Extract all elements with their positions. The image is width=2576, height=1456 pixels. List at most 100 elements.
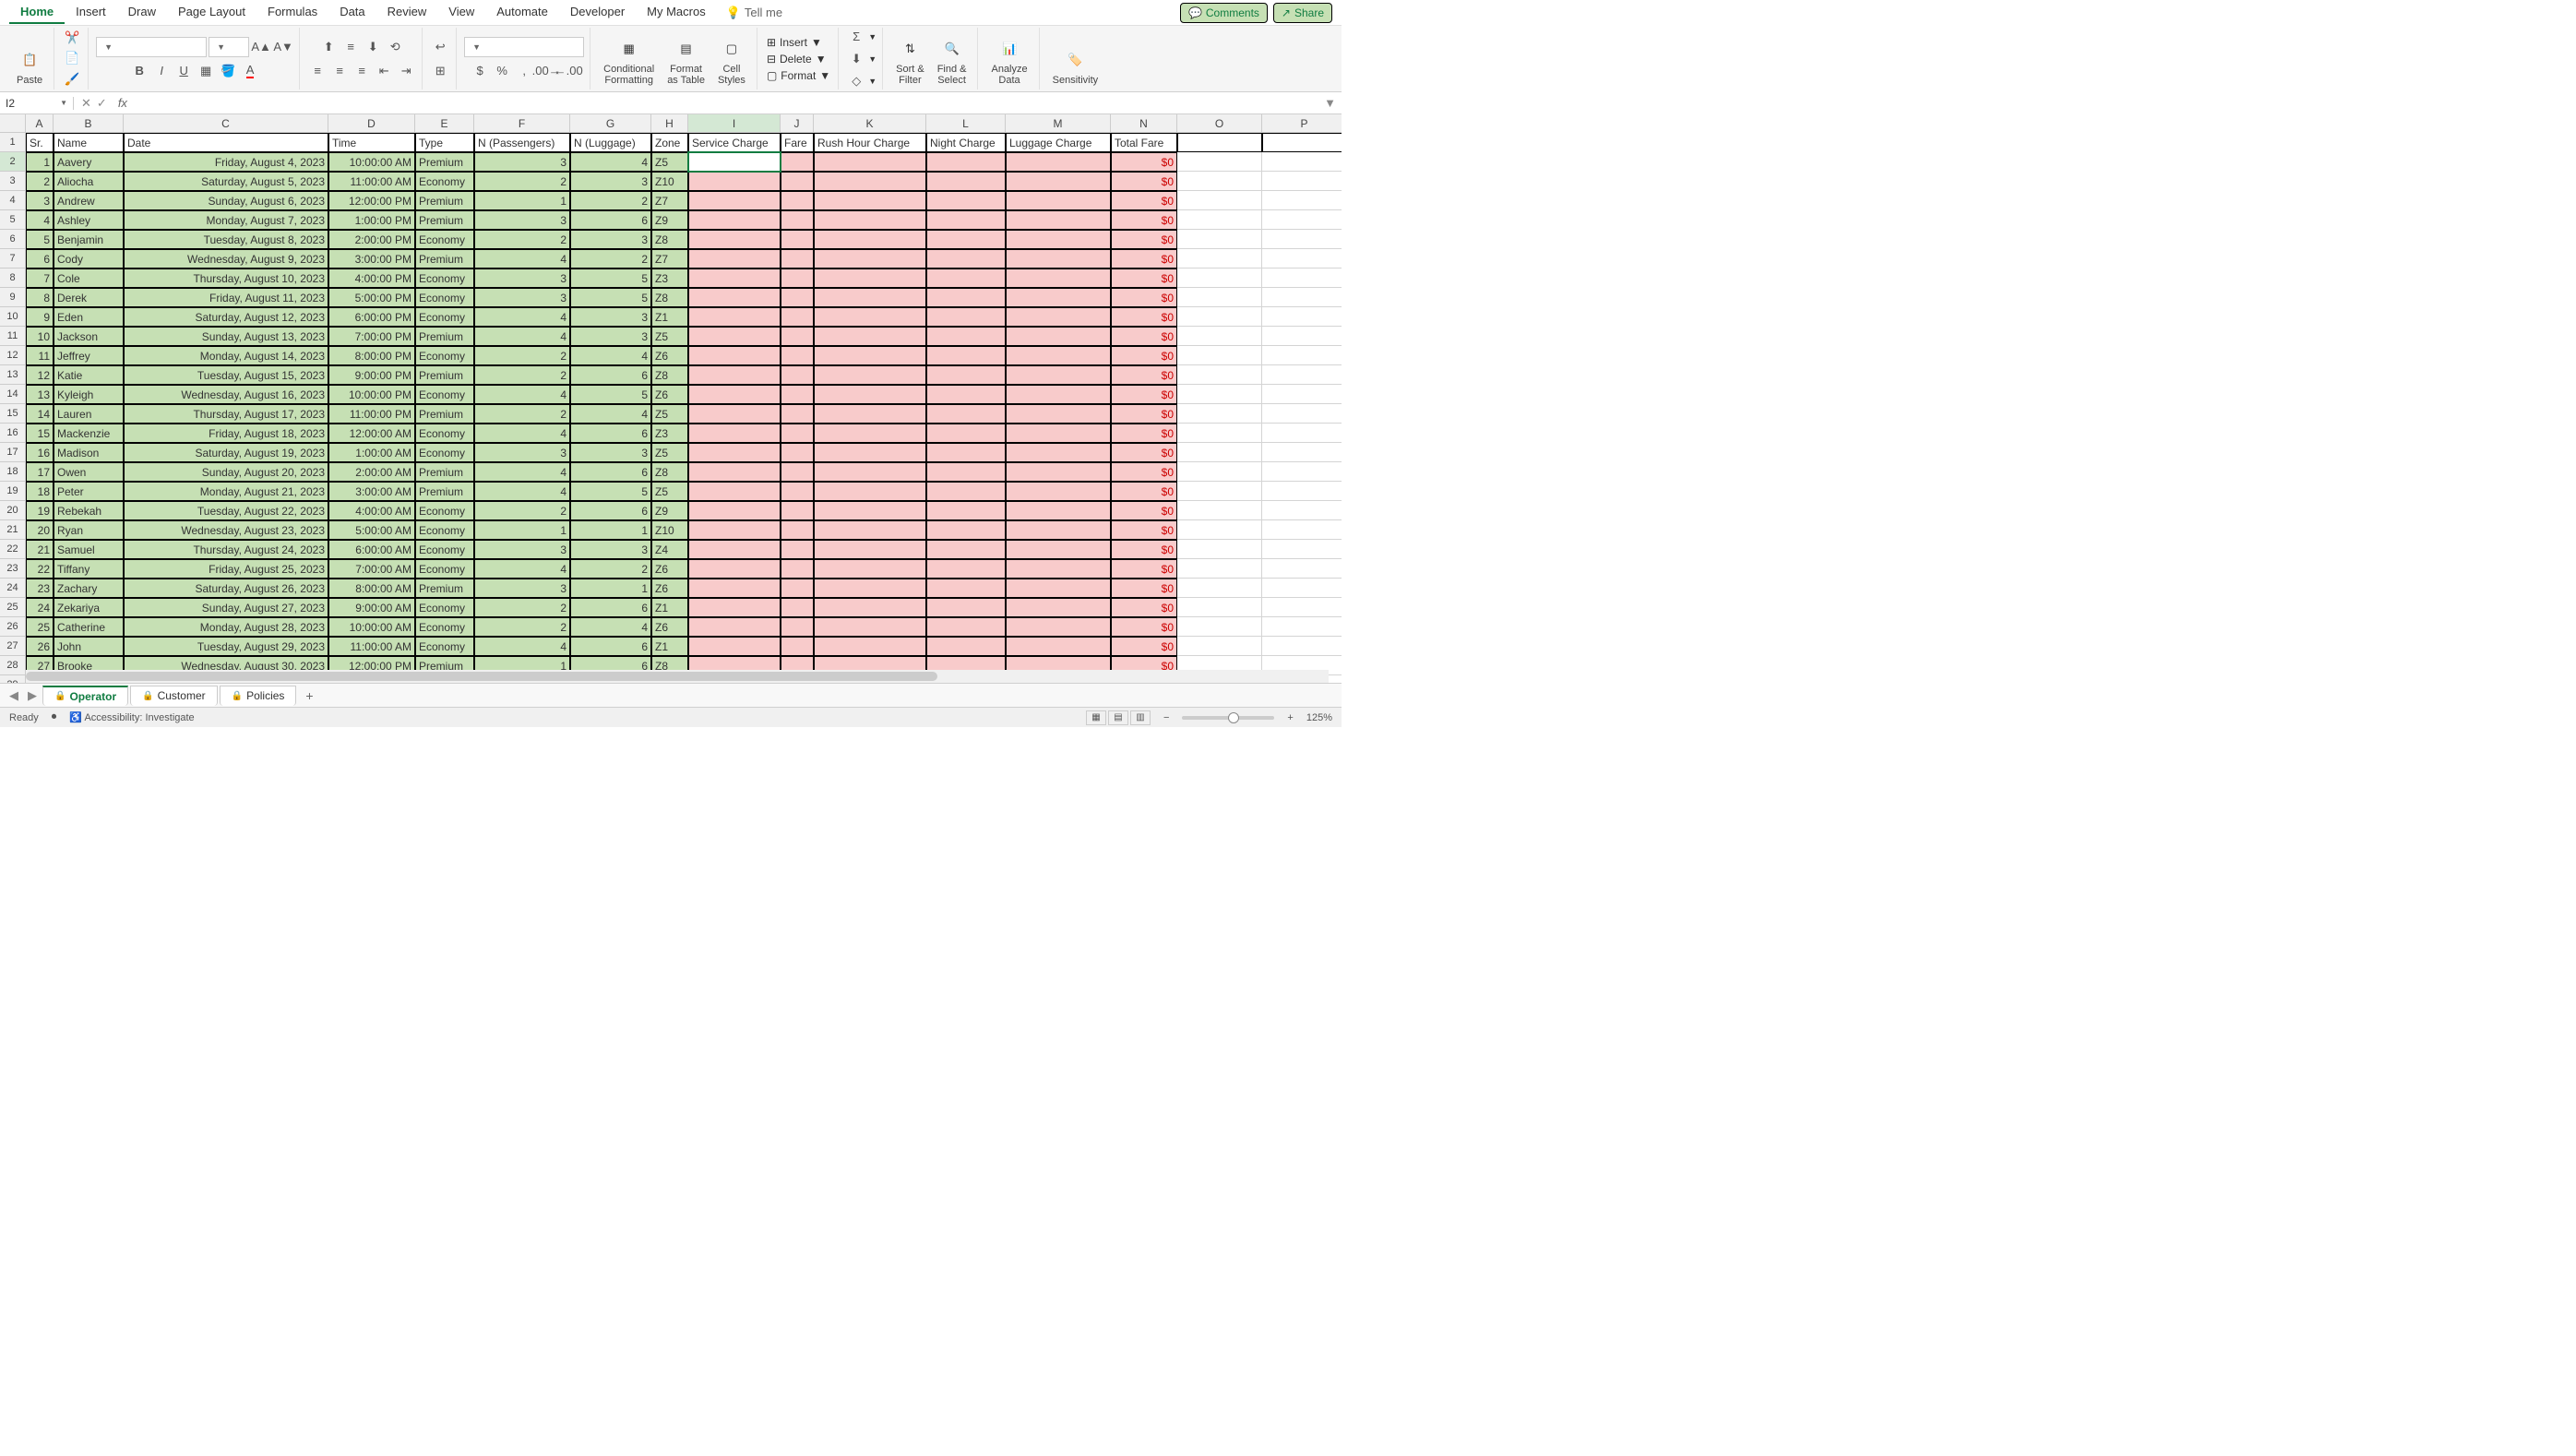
select-all-corner[interactable] [0, 114, 26, 133]
cell-luggage-charge[interactable] [1006, 637, 1111, 656]
cell-service-charge[interactable] [688, 424, 781, 443]
cell-sr[interactable]: 9 [26, 307, 54, 327]
cell-night-charge[interactable] [926, 191, 1006, 210]
cell-sr[interactable]: 7 [26, 269, 54, 288]
cell-time[interactable]: 1:00:00 PM [328, 210, 415, 230]
cell-luggage[interactable]: 1 [570, 579, 651, 598]
cell-time[interactable]: 1:00:00 AM [328, 443, 415, 462]
empty-cell[interactable] [1177, 365, 1262, 385]
sort-filter-button[interactable]: ⇅ Sort & Filter [890, 34, 930, 88]
col-header-K[interactable]: K [814, 114, 926, 133]
cell-sr[interactable]: 15 [26, 424, 54, 443]
cell-total-fare[interactable]: $0 [1111, 152, 1177, 172]
cell-fare[interactable] [781, 269, 814, 288]
cell-rush-hour[interactable] [814, 424, 926, 443]
cell-rush-hour[interactable] [814, 385, 926, 404]
paste-button[interactable]: 📋 Paste [11, 45, 48, 88]
autosum-icon[interactable]: Σ [846, 27, 866, 47]
col-header-D[interactable]: D [328, 114, 415, 133]
name-box[interactable]: I2 ▼ [0, 97, 74, 110]
empty-cell[interactable] [1177, 424, 1262, 443]
cell-date[interactable]: Thursday, August 17, 2023 [124, 404, 328, 424]
empty-cell[interactable] [1262, 404, 1342, 424]
cell-passengers[interactable]: 2 [474, 230, 570, 249]
cell-zone[interactable]: Z8 [651, 462, 688, 482]
empty-cell[interactable] [1177, 288, 1262, 307]
cell-total-fare[interactable]: $0 [1111, 191, 1177, 210]
row-header-28[interactable]: 28 [0, 656, 26, 675]
tab-view[interactable]: View [437, 1, 485, 24]
cell-sr[interactable]: 6 [26, 249, 54, 269]
cell-total-fare[interactable]: $0 [1111, 559, 1177, 579]
fill-icon[interactable]: ⬇ [846, 49, 866, 69]
cell-fare[interactable] [781, 385, 814, 404]
cell-name[interactable]: Andrew [54, 191, 124, 210]
header-cell[interactable]: N (Luggage) [570, 133, 651, 152]
cell-name[interactable]: Ashley [54, 210, 124, 230]
cell-zone[interactable]: Z6 [651, 346, 688, 365]
cell-date[interactable]: Tuesday, August 29, 2023 [124, 637, 328, 656]
font-color-icon[interactable]: A [240, 61, 260, 81]
cell-luggage-charge[interactable] [1006, 385, 1111, 404]
cell-fare[interactable] [781, 559, 814, 579]
empty-cell[interactable] [1177, 210, 1262, 230]
cell-total-fare[interactable]: $0 [1111, 210, 1177, 230]
cell-date[interactable]: Saturday, August 5, 2023 [124, 172, 328, 191]
col-header-P[interactable]: P [1262, 114, 1342, 133]
empty-cell[interactable] [1262, 307, 1342, 327]
delete-cells-button[interactable]: ⊟Delete▼ [765, 52, 829, 66]
cell-sr[interactable]: 5 [26, 230, 54, 249]
cell-luggage-charge[interactable] [1006, 172, 1111, 191]
cell-date[interactable]: Sunday, August 6, 2023 [124, 191, 328, 210]
cell-total-fare[interactable]: $0 [1111, 385, 1177, 404]
empty-cell[interactable] [1262, 230, 1342, 249]
cell-name[interactable]: Ryan [54, 520, 124, 540]
sheet-tab-policies[interactable]: 🔒Policies [220, 686, 297, 706]
cell-time[interactable]: 4:00:00 PM [328, 269, 415, 288]
cell-service-charge[interactable] [688, 501, 781, 520]
cell-service-charge[interactable] [688, 327, 781, 346]
cell-sr[interactable]: 10 [26, 327, 54, 346]
cell-service-charge[interactable] [688, 617, 781, 637]
cell-night-charge[interactable] [926, 559, 1006, 579]
row-header-16[interactable]: 16 [0, 424, 26, 443]
cell-name[interactable]: Aliocha [54, 172, 124, 191]
cell-night-charge[interactable] [926, 579, 1006, 598]
cell-total-fare[interactable]: $0 [1111, 365, 1177, 385]
empty-cell[interactable] [1262, 443, 1342, 462]
col-header-B[interactable]: B [54, 114, 124, 133]
cell-luggage[interactable]: 2 [570, 559, 651, 579]
format-cells-button[interactable]: ▢Format▼ [765, 68, 832, 83]
row-header-15[interactable]: 15 [0, 404, 26, 424]
row-header-1[interactable]: 1 [0, 133, 26, 152]
tab-developer[interactable]: Developer [559, 1, 636, 24]
cell-total-fare[interactable]: $0 [1111, 579, 1177, 598]
cell-service-charge[interactable] [688, 520, 781, 540]
cell-fare[interactable] [781, 579, 814, 598]
cell-fare[interactable] [781, 172, 814, 191]
cell-sr[interactable]: 14 [26, 404, 54, 424]
cell-luggage[interactable]: 3 [570, 327, 651, 346]
cell-fare[interactable] [781, 501, 814, 520]
enter-icon[interactable]: ✓ [97, 96, 107, 111]
cell-luggage-charge[interactable] [1006, 191, 1111, 210]
empty-cell[interactable] [1262, 501, 1342, 520]
cell-luggage-charge[interactable] [1006, 501, 1111, 520]
cell-time[interactable]: 3:00:00 PM [328, 249, 415, 269]
align-top-icon[interactable]: ⬆ [318, 37, 339, 57]
cell-night-charge[interactable] [926, 482, 1006, 501]
cell-passengers[interactable]: 2 [474, 365, 570, 385]
empty-cell[interactable] [1262, 172, 1342, 191]
cell-passengers[interactable]: 3 [474, 540, 570, 559]
cell-name[interactable]: Catherine [54, 617, 124, 637]
cell-name[interactable]: Zachary [54, 579, 124, 598]
zoom-in-button[interactable]: + [1287, 712, 1293, 723]
cell-type[interactable]: Premium [415, 249, 474, 269]
cell-zone[interactable]: Z5 [651, 443, 688, 462]
cell-rush-hour[interactable] [814, 210, 926, 230]
cell-night-charge[interactable] [926, 230, 1006, 249]
cell-time[interactable]: 10:00:00 AM [328, 152, 415, 172]
cell-time[interactable]: 12:00:00 AM [328, 424, 415, 443]
cell-service-charge[interactable] [688, 249, 781, 269]
wrap-text-icon[interactable]: ↩ [430, 37, 450, 57]
